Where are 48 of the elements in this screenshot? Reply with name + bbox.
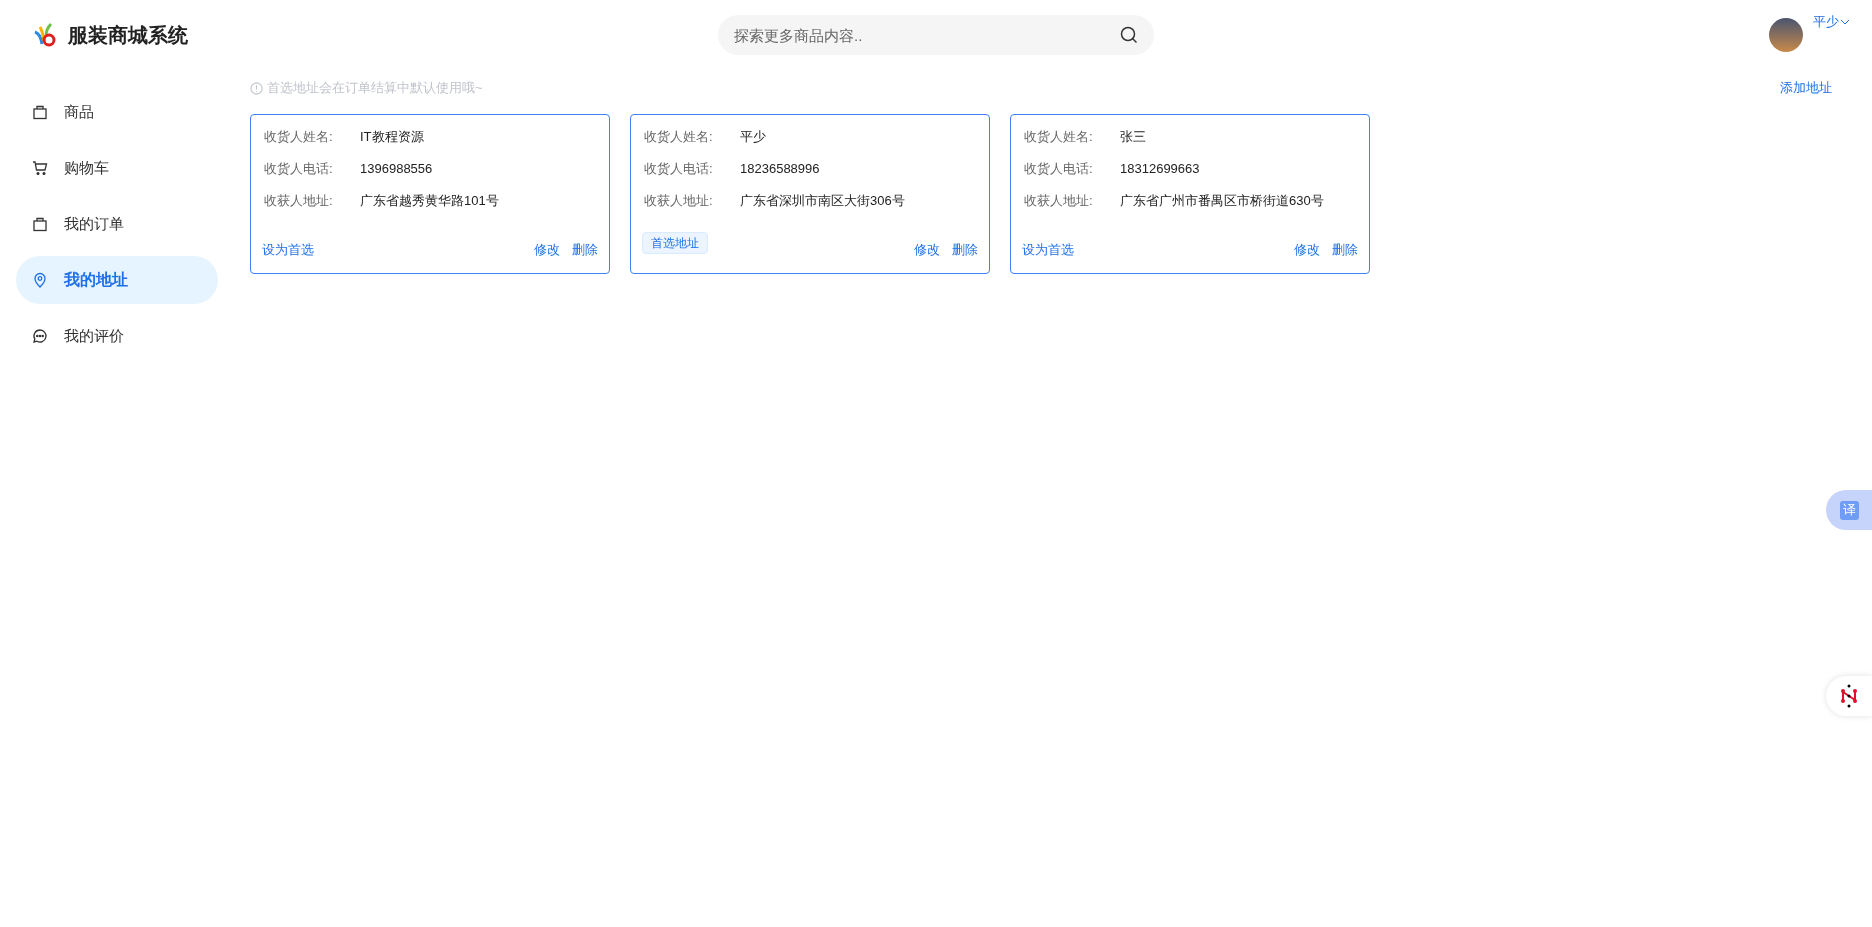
sidebar-item[interactable]: 我的地址 bbox=[16, 256, 218, 304]
field-label: 收获人地址: bbox=[264, 192, 334, 211]
shopping-bag-icon bbox=[32, 104, 48, 120]
field-label: 收获人地址: bbox=[644, 192, 714, 211]
brand-title: 服装商城系统 bbox=[68, 23, 188, 48]
search-icon[interactable] bbox=[1120, 26, 1138, 44]
sidebar-item[interactable]: 购物车 bbox=[16, 144, 218, 192]
field-value: 18312699663 bbox=[1120, 160, 1200, 179]
cart-icon bbox=[32, 160, 48, 176]
field-value: 18236588996 bbox=[740, 160, 820, 179]
add-address-link[interactable]: 添加地址 bbox=[1780, 78, 1832, 98]
field-label: 收货人姓名: bbox=[644, 128, 714, 147]
field-label: 收货人姓名: bbox=[264, 128, 334, 147]
field-label: 收货人电话: bbox=[644, 160, 714, 179]
user-menu[interactable]: 平少 bbox=[1813, 12, 1850, 32]
chat-bubble-icon bbox=[32, 328, 48, 344]
edit-link[interactable]: 修改 bbox=[534, 240, 560, 260]
delete-link[interactable]: 删除 bbox=[1332, 240, 1358, 260]
sidebar-item[interactable]: 我的订单 bbox=[16, 200, 218, 248]
location-pin-icon bbox=[32, 272, 48, 288]
sidebar-item[interactable]: 商品 bbox=[16, 88, 218, 136]
field-value: 广东省深圳市南区大街306号 bbox=[740, 192, 905, 211]
delete-link[interactable]: 删除 bbox=[572, 240, 598, 260]
set-preferred-link[interactable]: 设为首选 bbox=[262, 240, 314, 260]
field-value: 广东省广州市番禺区市桥街道630号 bbox=[1120, 192, 1324, 211]
delete-link[interactable]: 删除 bbox=[952, 240, 978, 260]
edit-link[interactable]: 修改 bbox=[914, 240, 940, 260]
field-value: 张三 bbox=[1120, 128, 1146, 147]
field-label: 收货人姓名: bbox=[1024, 128, 1094, 147]
network-node-icon[interactable] bbox=[1826, 676, 1872, 716]
field-value: 广东省越秀黄华路101号 bbox=[360, 192, 499, 211]
preferred-tag: 首选地址 bbox=[642, 232, 708, 254]
info-icon bbox=[250, 81, 263, 95]
field-value: 平少 bbox=[740, 128, 766, 147]
field-value: IT教程资源 bbox=[360, 128, 424, 147]
field-value: 1396988556 bbox=[360, 160, 433, 179]
sidebar-item[interactable]: 我的评价 bbox=[16, 312, 218, 360]
edit-link[interactable]: 修改 bbox=[1294, 240, 1320, 260]
field-label: 收货人电话: bbox=[264, 160, 334, 179]
translate-button[interactable]: 译 bbox=[1826, 490, 1872, 530]
field-label: 收获人地址: bbox=[1024, 192, 1094, 211]
shopping-bag-icon bbox=[32, 216, 48, 232]
logo-icon bbox=[32, 22, 58, 48]
set-preferred-link[interactable]: 设为首选 bbox=[1022, 240, 1074, 260]
search-field[interactable]: 探索更多商品内容.. bbox=[718, 15, 1154, 55]
hint-text: 首选地址会在订单结算中默认使用哦~ bbox=[267, 79, 483, 98]
avatar-photo[interactable] bbox=[1769, 18, 1803, 52]
field-label: 收货人电话: bbox=[1024, 160, 1094, 179]
